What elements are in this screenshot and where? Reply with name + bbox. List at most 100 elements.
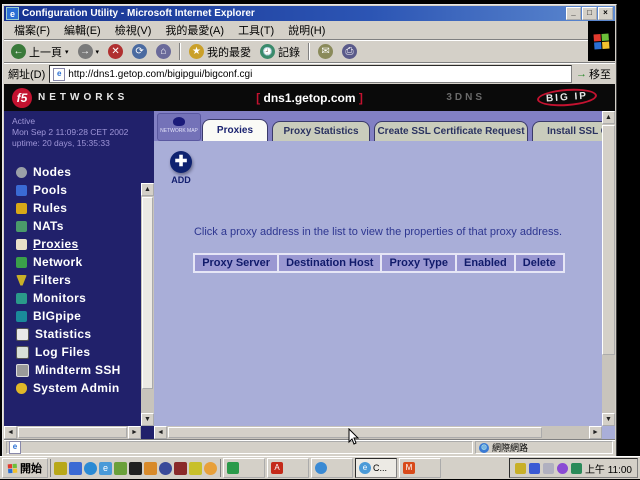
column-header-enabled[interactable]: Enabled	[455, 253, 516, 273]
tray-icon[interactable]	[571, 463, 582, 474]
sidebar-item-filters[interactable]: Filters	[4, 271, 154, 289]
sidebar-item-mindterm-ssh[interactable]: Mindterm SSH	[4, 361, 154, 379]
sidebar-item-nodes[interactable]: Nodes	[4, 163, 154, 181]
quick-launch-icon[interactable]	[84, 462, 97, 475]
quick-launch-icon[interactable]	[129, 462, 142, 475]
scroll-left-icon[interactable]: ◄	[4, 426, 17, 439]
menu-file[interactable]: 檔案(F)	[8, 21, 56, 39]
sidebar-vertical-scrollbar[interactable]: ▲ ▼	[141, 183, 154, 426]
print-button[interactable]: ⎙	[339, 43, 360, 60]
quick-launch-icon[interactable]	[69, 462, 82, 475]
scroll-right-icon[interactable]: ►	[128, 426, 141, 439]
tray-icon[interactable]	[557, 463, 568, 474]
add-icon[interactable]: ✚	[170, 151, 192, 173]
favorites-button[interactable]: ★ 我的最愛	[186, 43, 254, 61]
address-input[interactable]	[68, 69, 568, 80]
scroll-left-icon[interactable]: ◄	[154, 426, 167, 439]
stop-button[interactable]: ✕	[105, 43, 126, 60]
network-map-button[interactable]: NETWORK MAP	[157, 113, 201, 141]
sidebar-horizontal-scrollbar[interactable]: ◄ ►	[4, 426, 141, 439]
scroll-up-icon[interactable]: ▲	[141, 183, 154, 196]
taskbar-app-button-active[interactable]: e C...	[355, 458, 397, 478]
column-header-proxy-server[interactable]: Proxy Server	[193, 253, 279, 273]
mail-button[interactable]: ✉	[315, 43, 336, 60]
sidebar-item-bigpipe[interactable]: BIGpipe	[4, 307, 154, 325]
menu-bar: 檔案(F) 編輯(E) 檢視(V) 我的最愛(A) 工具(T) 說明(H)	[4, 21, 588, 40]
tab-proxies[interactable]: Proxies	[202, 119, 268, 141]
menu-edit[interactable]: 編輯(E)	[58, 21, 107, 39]
tray-icon[interactable]	[515, 463, 526, 474]
network-map-icon	[173, 117, 185, 126]
sidebar-item-monitors[interactable]: Monitors	[4, 289, 154, 307]
scroll-down-icon[interactable]: ▼	[141, 413, 154, 426]
close-button[interactable]: ×	[598, 7, 613, 20]
forward-button[interactable]: → ▾	[75, 43, 103, 60]
sidebar-item-label: Pools	[33, 183, 67, 197]
sidebar-item-label: Proxies	[33, 237, 78, 251]
scroll-up-icon[interactable]: ▲	[602, 111, 615, 124]
back-button[interactable]: ← 上一頁 ▾	[8, 43, 72, 61]
sidebar-item-log-files[interactable]: Log Files	[4, 343, 154, 361]
history-button[interactable]: 🕘 記錄	[257, 43, 303, 61]
sidebar-item-system-admin[interactable]: System Admin	[4, 379, 154, 397]
home-button[interactable]: ⌂	[153, 43, 174, 60]
sidebar-item-nats[interactable]: NATs	[4, 217, 154, 235]
windows-flag-icon	[593, 33, 609, 49]
tray-icon[interactable]	[543, 463, 554, 474]
window-title: Configuration Utility - Microsoft Intern…	[22, 8, 566, 19]
column-header-destination-host[interactable]: Destination Host	[277, 253, 382, 273]
scroll-down-icon[interactable]: ▼	[602, 413, 615, 426]
network-icon	[16, 257, 27, 268]
quick-launch-icon[interactable]	[54, 462, 67, 475]
product-3dns-link[interactable]: 3DNS	[446, 92, 485, 103]
column-header-proxy-type[interactable]: Proxy Type	[380, 253, 457, 273]
tray-icon[interactable]	[529, 463, 540, 474]
add-label: ADD	[171, 175, 191, 185]
quick-launch-icon[interactable]	[159, 462, 172, 475]
status-uptime: uptime: 20 days, 15:35:33	[12, 138, 154, 149]
go-button[interactable]: → 移至	[576, 66, 611, 82]
quick-launch-icon[interactable]	[114, 462, 127, 475]
main-horizontal-scrollbar[interactable]: ◄ ►	[154, 426, 602, 439]
start-button[interactable]: 開始	[2, 458, 48, 478]
scroll-right-icon[interactable]: ►	[589, 426, 602, 439]
quick-launch-icon[interactable]	[174, 462, 187, 475]
menu-view[interactable]: 檢視(V)	[109, 21, 158, 39]
add-proxy-control[interactable]: ✚ ADD	[170, 151, 192, 185]
sidebar-item-rules[interactable]: Rules	[4, 199, 154, 217]
sidebar-item-statistics[interactable]: Statistics	[4, 325, 154, 343]
minimize-button[interactable]: _	[566, 7, 581, 20]
hostname-display: [ dns1.getop.com ]	[4, 91, 615, 105]
sidebar-item-pools[interactable]: Pools	[4, 181, 154, 199]
menu-favorites[interactable]: 我的最愛(A)	[159, 21, 230, 39]
menu-tools[interactable]: 工具(T)	[232, 21, 280, 39]
tab-proxy-statistics[interactable]: Proxy Statistics	[272, 121, 370, 141]
address-field[interactable]: e	[49, 65, 572, 83]
sidebar-item-proxies[interactable]: Proxies	[4, 235, 154, 253]
quick-launch-icon[interactable]: e	[99, 462, 112, 475]
maximize-button[interactable]: □	[582, 7, 597, 20]
taskbar-app-button[interactable]: A	[267, 458, 309, 478]
taskbar-app-button[interactable]	[311, 458, 353, 478]
scrollbar-thumb[interactable]	[602, 125, 615, 355]
sidebar-item-network[interactable]: Network	[4, 253, 154, 271]
tab-create-ssl-certificate-request[interactable]: Create SSL Certificate Request	[374, 121, 528, 141]
taskbar-clock[interactable]: 上午 11:00	[585, 461, 632, 476]
taskbar-app-button[interactable]: M	[399, 458, 441, 478]
taskbar-app-button[interactable]	[223, 458, 265, 478]
scrollbar-thumb[interactable]	[142, 197, 153, 389]
main-vertical-scrollbar[interactable]: ▲ ▼	[602, 111, 615, 426]
scrollbar-thumb[interactable]	[18, 427, 127, 438]
quick-launch-icon[interactable]	[204, 462, 217, 475]
quick-launch-icon[interactable]	[189, 462, 202, 475]
system-admin-icon	[16, 383, 27, 394]
refresh-button[interactable]: ⟳	[129, 43, 150, 60]
column-header-delete[interactable]: Delete	[514, 253, 565, 273]
internet-zone-icon: ◍	[479, 443, 489, 453]
menu-help[interactable]: 說明(H)	[282, 21, 331, 39]
forward-dropdown-icon[interactable]: ▾	[96, 48, 100, 56]
quick-launch-icon[interactable]	[144, 462, 157, 475]
log-files-icon	[16, 346, 29, 359]
back-dropdown-icon[interactable]: ▾	[65, 48, 69, 56]
title-bar[interactable]: e Configuration Utility - Microsoft Inte…	[4, 6, 615, 21]
